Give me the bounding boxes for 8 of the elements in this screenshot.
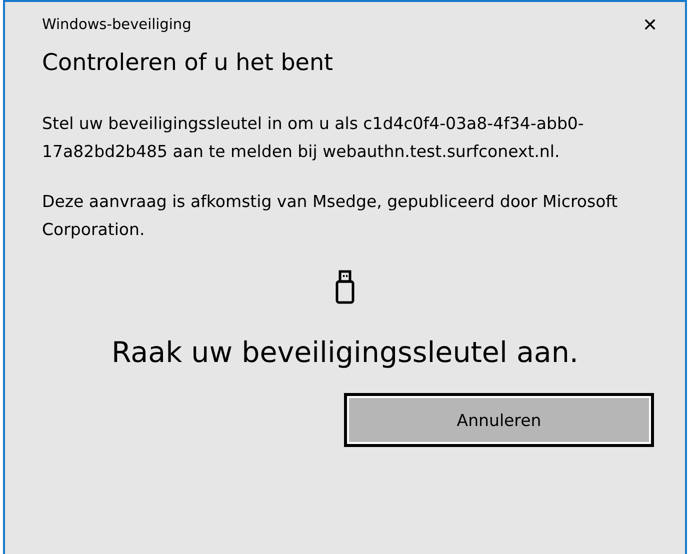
message-text: Deze aanvraag is afkomstig van Msedge, gepubliceerd door Microsoft Corporation. xyxy=(42,191,619,241)
message-text: Stel uw beveiligingssleutel in om u als c1d4c0f4-03a8-4f34-abb0-17a82bd2b485 aan te melden bij webauthn.test.surfconext.nl. xyxy=(42,113,585,163)
cancel-button[interactable]: Annuleren xyxy=(344,393,654,447)
usb-key-icon xyxy=(335,270,355,304)
close-button[interactable]: ✕ xyxy=(627,5,673,45)
prompt-text: Raak uw beveiligingssleutel aan. xyxy=(110,336,580,369)
window-title: Windows-beveiliging xyxy=(42,17,192,33)
dialog-heading: Controleren of u het bent xyxy=(42,50,334,78)
